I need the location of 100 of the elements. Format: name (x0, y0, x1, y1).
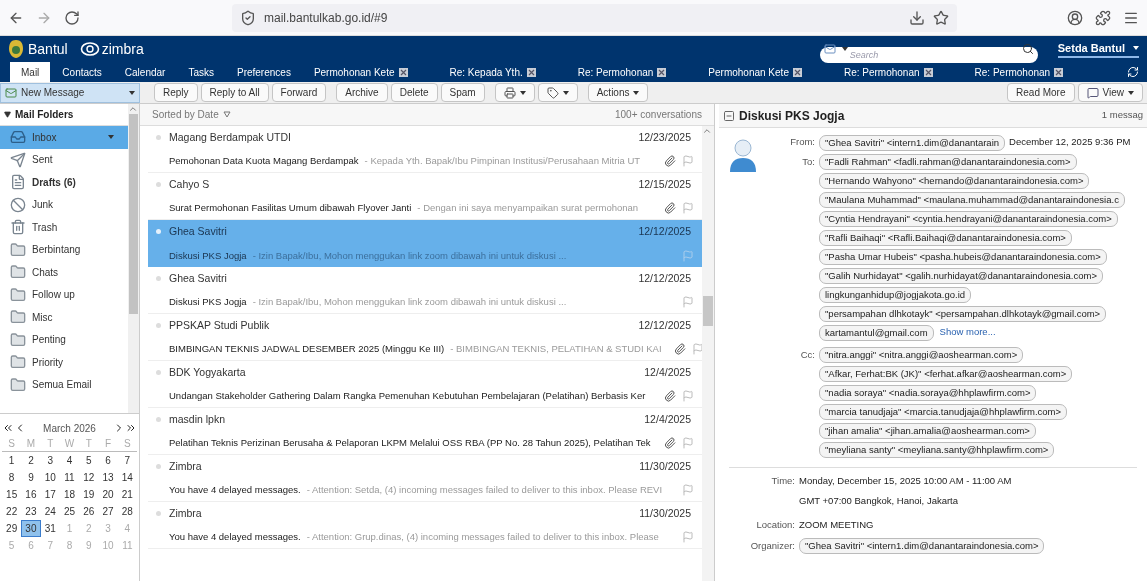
address-bar[interactable]: mail.bantulkab.go.id/#9 (232, 3, 957, 32)
app-tab[interactable]: Permohonan Kete (697, 62, 832, 82)
toolbar-button[interactable]: Archive (336, 83, 388, 102)
calendar-day[interactable]: 24 (40, 504, 60, 519)
calendar-day[interactable]: 8 (2, 470, 22, 485)
calendar-day[interactable]: 10 (40, 470, 60, 485)
toolbar-button[interactable]: Spam (440, 83, 485, 102)
calendar-day[interactable]: 7 (117, 453, 137, 468)
message-row[interactable]: Zimbra 11/30/2025 You have 4 delayed messages. - Attention: Grup.dinas, (4) incoming messages failed to deliver to this inbox. Please (148, 502, 702, 549)
message-row[interactable]: PPSKAP Studi Publik 12/12/2025 BIMBINGAN TEKNIS JADWAL DESEMBER 2025 (Minggu Ke III) - BIMBINGAN TEKNIS, PELATIHAN & STUDI KAI (148, 314, 702, 361)
scrollbar-thumb[interactable] (129, 114, 138, 314)
toolbar-button[interactable]: Forward (271, 83, 327, 102)
calendar-day[interactable]: 29 (2, 521, 22, 536)
view-button[interactable]: View (1077, 83, 1143, 102)
calendar-day[interactable]: 31 (40, 521, 60, 536)
calendar-day[interactable]: 12 (79, 470, 99, 485)
close-icon[interactable] (398, 67, 408, 77)
calendar-day[interactable]: 26 (79, 504, 99, 519)
calendar-day[interactable]: 21 (117, 487, 137, 502)
calendar-day[interactable]: 18 (59, 487, 80, 502)
folder-item[interactable]: Berbintang (0, 238, 128, 261)
account-icon[interactable] (1067, 9, 1083, 26)
sort-icon[interactable] (222, 111, 231, 118)
calendar-day[interactable]: 11 (59, 470, 80, 485)
previous-year-icon[interactable] (2, 422, 14, 434)
app-tab[interactable]: Preferences (225, 62, 302, 82)
recipient-chip[interactable]: kartamantul@gmail.com (819, 324, 934, 341)
folder-item[interactable]: Inbox (0, 126, 128, 149)
recipient-chip[interactable]: "Fadli Rahman" <fadli.rahman@danantaraindonesia.com> (819, 153, 1077, 170)
next-year-icon[interactable] (125, 422, 137, 434)
sort-label[interactable]: Sorted by Date (152, 107, 219, 122)
scrollbar[interactable] (128, 104, 139, 413)
reload-icon[interactable] (64, 9, 80, 26)
sender-chip[interactable]: "Ghea Savitri" <intern1.dim@danantarain (819, 134, 1006, 151)
calendar-day[interactable]: 28 (117, 504, 137, 519)
folder-item[interactable]: Follow up (0, 283, 128, 306)
recipient-chip[interactable]: "Cyntia Hendrayani" <cyntia.hendrayani@danantaraindonesia.com> (819, 210, 1118, 227)
app-tab[interactable]: Permohonan Kete (302, 62, 438, 82)
calendar-day[interactable]: 4 (59, 453, 80, 468)
calendar-day[interactable]: 27 (98, 504, 118, 519)
search-icon[interactable] (1021, 43, 1034, 55)
search-field[interactable]: Search (819, 47, 1038, 63)
menu-button[interactable]: Actions (587, 83, 649, 102)
close-icon[interactable] (657, 67, 667, 77)
close-icon[interactable] (792, 67, 802, 77)
calendar-day[interactable]: 9 (21, 470, 41, 485)
close-icon[interactable] (1054, 67, 1064, 77)
app-tab[interactable]: Re: Permohonan (832, 62, 963, 82)
calendar-day[interactable]: 1 (2, 453, 22, 468)
app-tab[interactable]: Mail (10, 62, 51, 82)
folder-item[interactable]: Semua Email (0, 373, 128, 396)
recipient-chip[interactable]: "jihan amalia" <jihan.amalia@aoshearman.com> (819, 422, 1036, 439)
calendar-day[interactable]: 25 (59, 504, 80, 519)
recipient-chip[interactable]: "persampahan dlhkotayk" <persampahan.dlhkotayk@gmail.com> (819, 305, 1107, 322)
calendar-day[interactable]: 20 (98, 487, 118, 502)
folder-item[interactable]: Junk (0, 193, 128, 216)
download-icon[interactable] (909, 9, 925, 26)
scrollbar-thumb[interactable] (703, 296, 713, 326)
collapse-icon[interactable] (4, 111, 11, 118)
recipient-chip[interactable]: "Afkar, Ferhat:BK (JK)" <ferhat.afkar@aoshearman.com> (819, 365, 1073, 382)
message-row[interactable]: Zimbra 11/30/2025 You have 4 delayed messages. - Attention: Setda, (4) incoming messages failed to deliver to this inbox. Please REVI (148, 455, 702, 502)
recipient-chip[interactable]: "Rafli Baihaqi" <Rafli.Baihaqi@danantaraindonesia.com> (819, 229, 1072, 246)
app-tab[interactable]: Tasks (177, 62, 225, 82)
toolbar-button[interactable]: Delete (390, 83, 438, 102)
message-row[interactable]: Ghea Savitri 12/12/2025 Diskusi PKS Jogja - Izin Bapak/Ibu, Mohon menggukan link zoom dibawah ini untuk diskusi ... (148, 267, 702, 314)
tag-menu-button[interactable] (537, 83, 578, 102)
calendar-day[interactable]: 15 (2, 487, 22, 502)
new-message-button[interactable]: New Message (0, 82, 140, 103)
toolbar-button[interactable]: Reply to All (200, 83, 269, 102)
folder-item[interactable]: Trash (0, 216, 128, 239)
folder-item[interactable]: Sent (0, 148, 128, 171)
folder-item[interactable]: Penting (0, 328, 128, 351)
show-more-link[interactable]: Show more... (939, 325, 996, 340)
refresh-icon[interactable] (1127, 66, 1139, 78)
recipient-chip[interactable]: "Galih Nurhidayat" <galih.nurhidayat@danantaraindonesia.com> (819, 267, 1103, 284)
recipient-chip[interactable]: "nitra.anggi" <nitra.anggi@aoshearman.com> (819, 346, 1024, 363)
calendar-day[interactable]: 6 (98, 453, 118, 468)
recipient-chip[interactable]: "Hernando Wahyono" <hernando@danantaraindonesia.com> (819, 172, 1090, 189)
star-icon[interactable] (933, 9, 949, 26)
app-tab[interactable]: Re: Permohonan (963, 62, 1094, 82)
calendar-day[interactable]: 23 (21, 504, 41, 519)
print-menu-button[interactable] (494, 83, 535, 102)
app-tab[interactable]: Re: Permohonan (566, 62, 697, 82)
calendar-day[interactable]: 17 (40, 487, 60, 502)
calendar-day[interactable]: 30 (21, 520, 41, 537)
message-row[interactable]: BDK Yogyakarta 12/4/2025 Undangan Stakeholder Gathering Dalam Rangka Pemenuhan Kebutuhan Pembelajaran (Pelatihan) Berbasis Ker (148, 361, 702, 408)
folder-item[interactable]: Chats (0, 261, 128, 284)
toolbar-button[interactable]: Reply (154, 83, 198, 102)
app-tab[interactable]: Contacts (51, 62, 113, 82)
app-tab[interactable]: Re: Kepada Yth. (438, 62, 566, 82)
recipient-chip[interactable]: "marcia tanudjaja" <marcia.tanudjaja@hhplawfirm.com> (819, 403, 1068, 420)
toolbar-button[interactable]: Read More (1007, 83, 1075, 102)
recipient-chip[interactable]: lingkunganhidup@jogjakota.go.id (819, 286, 972, 303)
recipient-chip[interactable]: "Pasha Umar Hubeis" <pasha.hubeis@danantaraindonesia.com> (819, 248, 1107, 265)
calendar-day[interactable]: 3 (40, 453, 60, 468)
recipient-chip[interactable]: "meyliana santy" <meyliana.santy@hhplawfirm.com> (819, 441, 1055, 458)
extensions-icon[interactable] (1095, 9, 1111, 26)
calendar-day[interactable]: 5 (79, 453, 99, 468)
calendar-day[interactable]: 14 (117, 470, 137, 485)
message-row[interactable]: masdin lpkn 12/4/2025 Pelatihan Teknis Perizinan Berusaha & Pelaporan LKPM Melalui OSS RBA (PP No. 28 Tahun 2025), Pelatihan Tek (148, 408, 702, 455)
